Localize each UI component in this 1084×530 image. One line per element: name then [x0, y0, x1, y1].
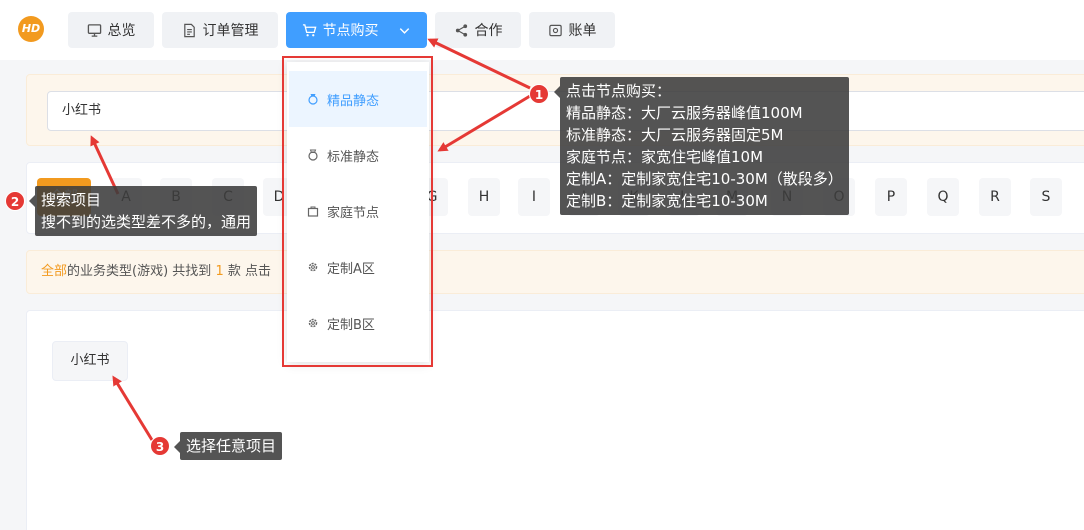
- result-item-xiaohongshu[interactable]: 小红书: [52, 341, 128, 381]
- nav-node-purchase-label: 节点购买: [322, 23, 379, 39]
- cart-icon: [302, 23, 316, 36]
- letter-filter-s[interactable]: S: [1030, 178, 1062, 216]
- annotation-badge-3: 3: [150, 436, 170, 456]
- annotation-line: 搜索项目: [41, 191, 102, 209]
- annotation-line: 标准静态：大厂云服务器固定5M: [566, 126, 784, 144]
- nav-bills-label: 账单: [568, 23, 597, 39]
- results-panel: [26, 310, 1084, 530]
- annotation-tooltip-3: 选择任意项目: [173, 432, 283, 460]
- annotation-line: 选择任意项目: [186, 437, 277, 455]
- letter-filter-i[interactable]: I: [518, 178, 550, 216]
- summary-text-tail: 款 点击: [223, 264, 271, 279]
- result-summary-bar: 全部的业务类型(游戏) 共找到 1 款 点击: [26, 250, 1084, 294]
- annotation-line: 精品静态：大厂云服务器峰值100M: [566, 104, 803, 122]
- annotation-line: 定制A：定制家宽住宅10-30M（散段多）: [566, 170, 843, 188]
- nav-orders-label: 订单管理: [202, 23, 259, 39]
- summary-category: 全部: [41, 264, 68, 279]
- annotation-tooltip-2: 搜索项目 搜不到的选类型差不多的，通用: [28, 186, 258, 236]
- letter-filter-h[interactable]: H: [468, 178, 500, 216]
- monitor-icon: [87, 23, 101, 37]
- annotation-badge-2: 2: [5, 191, 25, 211]
- letter-filter-p[interactable]: P: [875, 178, 907, 216]
- annotation-line: 定制B：定制家宽住宅10-30M: [566, 192, 768, 210]
- annotation-line: 家庭节点：家宽住宅峰值10M: [566, 148, 764, 166]
- nav-overview-label: 总览: [107, 23, 136, 39]
- summary-text: 的业务类型(游戏) 共找到: [67, 264, 216, 279]
- document-icon: [183, 23, 195, 37]
- nav-node-purchase-button[interactable]: 节点购买: [286, 12, 427, 48]
- nav-overview-button[interactable]: 总览: [68, 12, 154, 48]
- nav-orders-button[interactable]: 订单管理: [162, 12, 278, 48]
- app-logo[interactable]: HD: [18, 16, 44, 42]
- letter-filter-r[interactable]: R: [979, 178, 1011, 216]
- annotation-badge-1: 1: [529, 84, 549, 104]
- annotation-line: 点击节点购买：: [566, 82, 672, 100]
- letter-filter-q[interactable]: Q: [927, 178, 959, 216]
- chevron-down-icon: [399, 27, 409, 34]
- bill-icon: [548, 24, 562, 36]
- annotation-tooltip-1: 点击节点购买： 精品静态：大厂云服务器峰值100M 标准静态：大厂云服务器固定5…: [554, 77, 849, 215]
- nav-cooperation-label: 合作: [474, 23, 503, 39]
- nav-cooperation-button[interactable]: 合作: [435, 12, 521, 48]
- annotation-line: 搜不到的选类型差不多的，通用: [41, 213, 252, 231]
- dropdown-highlight-frame: [282, 56, 433, 367]
- nav-bills-button[interactable]: 账单: [529, 12, 615, 48]
- share-icon: [455, 23, 467, 37]
- summary-count: 1: [215, 264, 224, 279]
